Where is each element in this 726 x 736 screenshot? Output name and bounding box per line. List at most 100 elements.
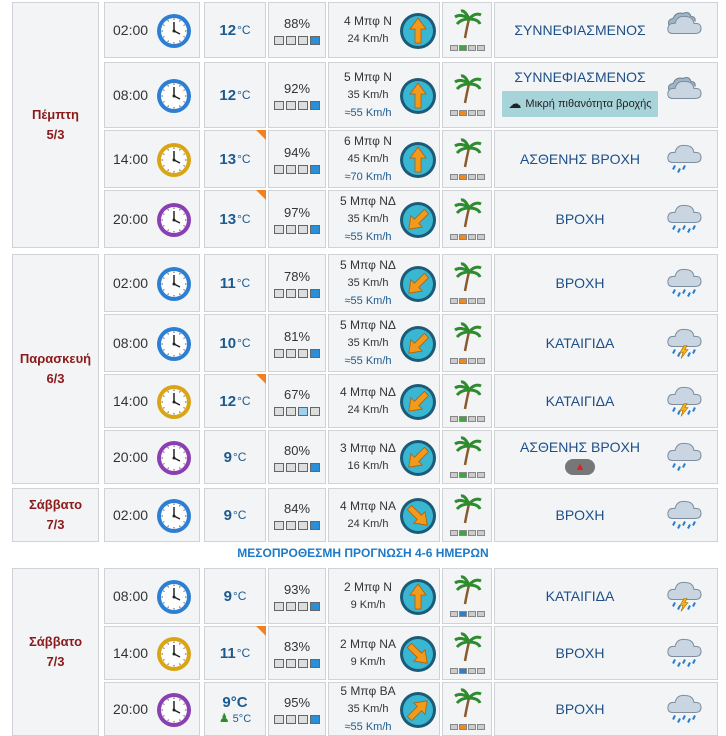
wind-text: 2 Μπφ ΝΑ 9 Km/h xyxy=(335,627,401,679)
humidity-value: 97% xyxy=(283,204,311,220)
clock-icon xyxy=(155,439,193,482)
wind-beaufort: 5 Μπφ ΝΔ xyxy=(340,258,396,272)
humidity-cell: 83% xyxy=(268,626,326,680)
palm-tree-icon xyxy=(451,632,483,667)
wind-beaufort: 4 Μπφ Ν xyxy=(344,14,392,28)
humidity-bars xyxy=(274,100,320,110)
wind-gust: ≈70 Km/h xyxy=(335,168,401,186)
temperature-unit: °C xyxy=(237,23,251,37)
day-date: 7/3 xyxy=(46,517,65,532)
time-cell: 02:00 xyxy=(104,254,200,312)
wind-cell: 4 Μπφ ΝΔ 24 Km/h xyxy=(328,374,440,428)
wind-cell: 5 Μπφ ΝΔ 35 Km/h ≈55 Km/h xyxy=(328,314,440,372)
trend-marker-icon xyxy=(256,190,266,200)
condition-cell: ΒΡΟΧΗ xyxy=(494,682,718,736)
clock-icon xyxy=(155,578,193,621)
feels-like: ♟ 5°C xyxy=(219,711,251,725)
time-cell: 20:00 xyxy=(104,190,200,248)
wind-speed: 45 Km/h xyxy=(347,153,389,165)
wind-beaufort: 5 Μπφ Ν xyxy=(344,70,392,84)
rain-icon xyxy=(665,493,705,538)
palm-tree-icon xyxy=(451,688,483,723)
condition-cell: ΚΑΤΑΙΓΙΔΑ xyxy=(494,568,718,624)
temperature-value: 11 xyxy=(219,274,236,292)
wind-direction-icon xyxy=(399,439,437,482)
condition-text: ΒΡΟΧΗ xyxy=(555,701,605,717)
temperature-value: 12 xyxy=(219,392,237,410)
wind-text: 4 Μπφ Ν 24 Km/h xyxy=(335,3,401,57)
wind-text: 6 Μπφ Ν 45 Km/h ≈70 Km/h xyxy=(335,131,401,187)
humidity-value: 83% xyxy=(283,638,311,654)
condition-text: ΑΣΘΕΝΗΣ ΒΡΟΧΗ xyxy=(520,439,640,455)
humidity-bars xyxy=(274,35,320,45)
wind-speed: 16 Km/h xyxy=(347,460,389,472)
clock-icon xyxy=(155,325,193,368)
time-cell: 14:00 xyxy=(104,130,200,188)
wind-cell: 5 Μπφ ΝΔ 35 Km/h ≈55 Km/h xyxy=(328,190,440,248)
temperature-unit: °C xyxy=(237,152,251,166)
temperature-cell: 13 °C xyxy=(204,190,266,248)
wind-effect-cell xyxy=(442,568,492,624)
wind-speed: 35 Km/h xyxy=(347,277,389,289)
humidity-value: 81% xyxy=(283,328,311,344)
wind-text: 5 Μπφ ΝΔ 35 Km/h ≈55 Km/h xyxy=(335,191,401,247)
humidity-bars xyxy=(274,601,320,611)
temperature-cell: 12 °C xyxy=(204,62,266,128)
condition-text-wrap: ΑΣΘΕΝΗΣ ΒΡΟΧΗ xyxy=(495,131,665,187)
trend-marker-icon xyxy=(256,374,266,384)
day-label: Πέμπτη 5/3 xyxy=(12,2,99,248)
wind-gust: ≈55 Km/h xyxy=(335,718,401,736)
temperature-unit: °C xyxy=(232,589,247,603)
time-label: 02:00 xyxy=(113,507,149,523)
clock-icon xyxy=(155,691,193,734)
wind-gust-value: 70 Km/h xyxy=(350,171,392,183)
wind-speed: 35 Km/h xyxy=(347,213,389,225)
condition-text-wrap: ΒΡΟΧΗ xyxy=(495,191,665,247)
humidity-cell: 93% xyxy=(268,568,326,624)
wind-beaufort: 2 Μπφ Ν xyxy=(344,580,392,594)
rain-icon xyxy=(665,197,705,242)
condition-text: ΒΡΟΧΗ xyxy=(555,275,605,291)
condition-text-wrap: ΣΥΝΝΕΦΙΑΣΜΕΝΟΣ xyxy=(495,3,665,57)
wind-scale-bars xyxy=(449,530,485,536)
humidity-bars xyxy=(274,288,320,298)
wind-scale-bars xyxy=(449,45,485,51)
condition-text-wrap: ΑΣΘΕΝΗΣ ΒΡΟΧΗ ▲ xyxy=(495,431,665,483)
condition-text-wrap: ΒΡΟΧΗ xyxy=(495,255,665,311)
wind-direction-icon xyxy=(399,325,437,368)
wind-speed: 35 Km/h xyxy=(347,89,389,101)
day-name: Σάββατο xyxy=(28,634,83,649)
wind-direction-icon xyxy=(399,497,437,540)
wind-text: 5 Μπφ ΒΑ 35 Km/h ≈55 Km/h xyxy=(335,683,401,735)
temperature-value: 9°C xyxy=(222,693,248,711)
wind-beaufort: 5 Μπφ ΝΔ xyxy=(340,194,396,208)
wind-effect-cell xyxy=(442,682,492,736)
humidity-value: 94% xyxy=(283,144,311,160)
humidity-value: 67% xyxy=(283,386,311,402)
wind-cell: 2 Μπφ Ν 9 Km/h xyxy=(328,568,440,624)
condition-text-wrap: ΣΥΝΝΕΦΙΑΣΜΕΝΟΣ ☁ Μικρή πιθανότητα βροχής xyxy=(495,63,665,127)
condition-text-wrap: ΒΡΟΧΗ xyxy=(495,683,665,735)
wind-beaufort: 6 Μπφ Ν xyxy=(344,134,392,148)
palm-tree-icon xyxy=(451,262,483,297)
humidity-cell: 88% xyxy=(268,2,326,58)
wind-cell: 4 Μπφ Ν 24 Km/h xyxy=(328,2,440,58)
day-name: Πέμπτη xyxy=(32,107,79,122)
time-label: 08:00 xyxy=(113,335,149,351)
light-rain-icon xyxy=(665,435,705,480)
humidity-bars xyxy=(274,658,320,668)
wind-text: 5 Μπφ ΝΔ 35 Km/h ≈55 Km/h xyxy=(335,315,401,371)
humidity-value: 92% xyxy=(283,80,311,96)
condition-text: ΚΑΤΑΙΓΙΔΑ xyxy=(545,335,615,351)
condition-cell: ΒΡΟΧΗ xyxy=(494,626,718,680)
temperature-unit: °C xyxy=(237,88,251,102)
temperature-unit: °C xyxy=(232,450,247,464)
condition-text: ΚΑΤΑΙΓΙΔΑ xyxy=(545,588,615,604)
temperature-value: 13 xyxy=(219,210,237,228)
wind-effect-cell xyxy=(442,62,492,128)
day-date: 6/3 xyxy=(46,371,65,386)
humidity-bars xyxy=(274,462,320,472)
wind-beaufort: 5 Μπφ ΝΔ xyxy=(340,318,396,332)
rain-icon xyxy=(665,631,705,676)
rain-icon xyxy=(665,687,705,732)
